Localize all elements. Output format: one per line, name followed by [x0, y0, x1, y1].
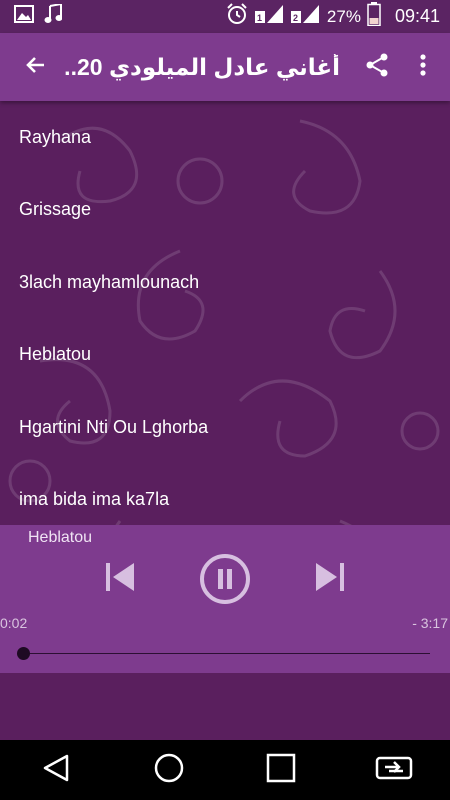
song-list: Rayhana Grissage 3lach mayhamlounach Heb…: [0, 101, 450, 525]
battery-icon: [367, 2, 381, 31]
alarm-icon: [225, 2, 249, 31]
more-vert-icon: [419, 53, 427, 82]
song-item[interactable]: ima bida ima ka7la: [0, 463, 450, 525]
seek-bar[interactable]: [24, 653, 430, 654]
list-bottom-area: [0, 673, 450, 740]
song-item[interactable]: Heblatou: [0, 318, 450, 390]
now-playing-title: Heblatou: [28, 529, 93, 546]
back-button[interactable]: [8, 39, 64, 95]
share-icon: [364, 52, 390, 83]
nav-home-button[interactable]: [134, 742, 204, 798]
battery-percentage: 27%: [326, 6, 361, 26]
status-bar: 1 2 27% 09:41: [0, 0, 450, 33]
music-note-icon: [44, 2, 63, 29]
skip-next-icon: [313, 560, 347, 599]
more-options-button[interactable]: [400, 39, 446, 95]
song-item[interactable]: Grissage: [0, 173, 450, 245]
song-item[interactable]: Rayhana: [0, 101, 450, 173]
skip-previous-icon: [103, 560, 137, 599]
share-button[interactable]: [354, 39, 400, 95]
song-title: Hgartini Nti Ou Lghorba: [19, 416, 209, 437]
back-arrow-icon: [24, 53, 48, 82]
nav-home-icon: [153, 752, 185, 789]
clock: 09:41: [394, 6, 440, 26]
song-title: 3lach mayhamlounach: [19, 271, 200, 292]
image-icon: [14, 5, 34, 28]
pause-icon: [199, 553, 251, 610]
seek-thumb[interactable]: [17, 647, 30, 660]
song-item[interactable]: 3lach mayhamlounach: [0, 246, 450, 318]
signal-sim1-icon: 1: [254, 3, 285, 30]
previous-button[interactable]: [98, 557, 142, 601]
system-nav-bar: [0, 740, 450, 800]
nav-back-button[interactable]: [21, 742, 91, 798]
svg-text:1: 1: [257, 13, 262, 23]
signal-sim2-icon: 2: [290, 3, 321, 30]
song-title: Heblatou: [19, 343, 92, 364]
song-item[interactable]: Hgartini Nti Ou Lghorba: [0, 391, 450, 463]
screen-cast-button[interactable]: [359, 742, 429, 798]
pause-button[interactable]: [198, 553, 252, 610]
svg-text:2: 2: [293, 13, 298, 23]
next-button[interactable]: [308, 557, 352, 601]
nav-back-icon: [40, 752, 72, 789]
song-title: Grissage: [19, 198, 92, 219]
nav-recents-icon: [266, 753, 296, 788]
song-title: ima bida ima ka7la: [19, 488, 170, 509]
screen-cast-icon: [375, 754, 413, 787]
elapsed-time: 0:02: [0, 615, 28, 631]
nav-recents-button[interactable]: [246, 742, 316, 798]
toolbar: أغاني عادل الميلودي 20...: [0, 33, 450, 101]
page-title: أغاني عادل الميلودي 20...: [64, 53, 340, 80]
remaining-time: - 3:17: [412, 615, 448, 631]
player-bar: Heblatou 0:02 - 3:17: [0, 525, 450, 673]
song-title: Rayhana: [19, 126, 92, 147]
